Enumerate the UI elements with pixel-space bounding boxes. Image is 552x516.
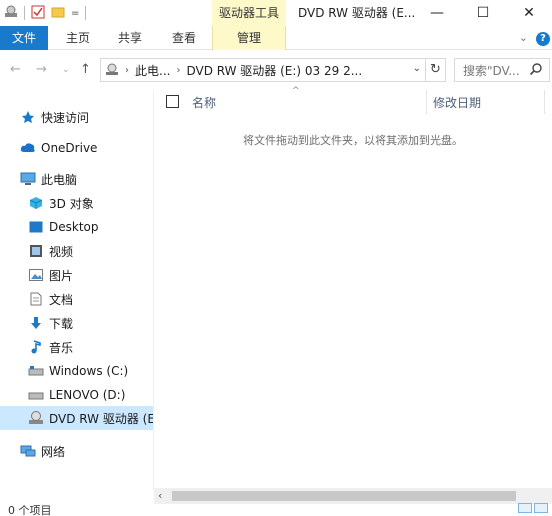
drive-tools-group: 驱动器工具 [212, 0, 286, 26]
picture-icon [28, 267, 44, 283]
expand-ribbon-icon[interactable]: ⌄ [519, 31, 528, 44]
breadcrumb-dvd-drive[interactable]: DVD RW 驱动器 (E:) 03 29 2... [186, 62, 362, 79]
horizontal-scrollbar[interactable]: ‹ [154, 488, 552, 504]
new-folder-icon[interactable] [51, 5, 65, 22]
recent-locations-icon[interactable]: ⌄ [62, 65, 70, 75]
nav-item-quick-access[interactable]: 快速访问 [20, 106, 89, 128]
file-list-pane[interactable]: 名称 ^ 修改日期 将文件拖动到此文件夹，以将其添加到光盘。 [154, 86, 552, 490]
navigation-pane: 快速访问 OneDrive 此电脑 3D 对象 Desktop 视频 图片 文档… [0, 90, 154, 490]
nav-item-lenovo-d[interactable]: LENOVO (D:) [28, 384, 125, 406]
maximize-button[interactable]: ☐ [460, 0, 506, 26]
status-bar: 0 个项目 [0, 503, 552, 516]
nav-item-label: LENOVO (D:) [49, 388, 126, 402]
breadcrumb-this-pc[interactable]: 此电... [135, 62, 170, 79]
quick-access-toolbar: = [4, 4, 87, 22]
dvd-drive-icon [105, 63, 119, 77]
nav-item-label: Windows (C:) [49, 364, 129, 378]
search-icon[interactable] [529, 62, 543, 79]
toolbar-divider [24, 6, 25, 20]
music-icon [28, 339, 44, 355]
nav-item-label: 图片 [49, 268, 74, 283]
large-icons-view-icon[interactable] [534, 503, 548, 513]
nav-item-this-pc[interactable]: 此电脑 [20, 168, 77, 190]
nav-item-documents[interactable]: 文档 [28, 288, 73, 310]
customize-toolbar-icon[interactable]: = [71, 8, 79, 19]
nav-item-label: 视频 [49, 244, 74, 259]
scroll-left-icon[interactable]: ‹ [158, 489, 162, 502]
computer-icon [20, 171, 36, 187]
nav-item-downloads[interactable]: 下载 [28, 312, 73, 334]
select-all-checkbox[interactable] [166, 95, 179, 108]
properties-icon[interactable] [31, 5, 45, 22]
drive-icon [28, 363, 44, 379]
network-icon [20, 443, 36, 459]
dvd-drive-icon [28, 410, 44, 426]
nav-item-videos[interactable]: 视频 [28, 240, 73, 262]
title-bar: = 驱动器工具 DVD RW 驱动器 (E... — ☐ ✕ [0, 0, 552, 26]
tab-share[interactable]: 共享 [110, 26, 150, 50]
nav-item-label: 此电脑 [41, 172, 78, 187]
item-count: 0 个项目 [8, 504, 52, 516]
cube-icon [28, 195, 44, 211]
sort-ascending-icon: ^ [292, 86, 300, 96]
nav-item-pictures[interactable]: 图片 [28, 264, 73, 286]
drive-icon[interactable] [4, 5, 18, 22]
drive-icon [28, 387, 44, 403]
column-header-row: 名称 ^ 修改日期 [154, 86, 552, 114]
tab-home[interactable]: 主页 [58, 26, 98, 50]
details-view-icon[interactable] [518, 503, 532, 513]
scrollbar-thumb[interactable] [172, 491, 516, 501]
close-button[interactable]: ✕ [506, 0, 552, 26]
nav-item-label: 文档 [49, 292, 74, 307]
star-icon [20, 109, 36, 125]
window-title: DVD RW 驱动器 (E... [298, 6, 416, 20]
up-arrow-icon[interactable]: ↑ [80, 62, 91, 77]
nav-item-label: OneDrive [41, 141, 98, 155]
back-arrow-icon[interactable]: ← [10, 62, 21, 77]
nav-item-label: 下载 [49, 316, 74, 331]
drive-tools-label: 驱动器工具 [218, 6, 279, 20]
nav-item-label: 网络 [41, 444, 66, 459]
cloud-icon [20, 140, 36, 156]
nav-item-label: 3D 对象 [49, 196, 94, 211]
forward-arrow-icon[interactable]: → [36, 62, 47, 77]
nav-item-label: 快速访问 [41, 110, 90, 125]
help-icon[interactable]: ? [536, 32, 550, 46]
ribbon-tabs: 文件 主页 共享 查看 管理 [0, 26, 552, 50]
minimize-button[interactable]: — [414, 0, 460, 26]
address-dropdown-icon[interactable]: ⌄ [413, 63, 421, 74]
column-header-date-modified[interactable]: 修改日期 [433, 94, 481, 111]
nav-item-desktop[interactable]: Desktop [28, 216, 99, 238]
breadcrumb-separator-icon[interactable]: › [176, 65, 180, 76]
empty-folder-message: 将文件拖动到此文件夹，以将其添加到光盘。 [243, 134, 463, 147]
tab-view[interactable]: 查看 [164, 26, 204, 50]
desktop-icon [28, 219, 44, 235]
download-icon [28, 315, 44, 331]
navigation-bar: ← → ⌄ ↑ › 此电... › DVD RW 驱动器 (E:) 03 29 … [0, 50, 552, 90]
nav-item-label: DVD RW 驱动器 (E [49, 411, 154, 426]
nav-item-network[interactable]: 网络 [20, 440, 65, 462]
nav-item-music[interactable]: 音乐 [28, 336, 73, 358]
nav-item-windows-c[interactable]: Windows (C:) [28, 360, 128, 382]
breadcrumb-separator-icon[interactable]: › [125, 65, 129, 76]
tab-file[interactable]: 文件 [0, 26, 48, 50]
document-icon [28, 291, 44, 307]
view-toggle-group [518, 503, 548, 513]
tab-manage[interactable]: 管理 [212, 26, 286, 50]
column-divider[interactable] [426, 90, 427, 114]
video-icon [28, 243, 44, 259]
nav-item-3d-objects[interactable]: 3D 对象 [28, 192, 94, 214]
window-controls: — ☐ ✕ [414, 0, 552, 26]
refresh-icon[interactable]: ↻ [426, 58, 446, 82]
address-bar[interactable]: › 此电... › DVD RW 驱动器 (E:) 03 29 2... ⌄ [100, 58, 426, 82]
nav-item-dvd-drive[interactable]: DVD RW 驱动器 (E [0, 406, 154, 430]
toolbar-divider [85, 6, 87, 20]
column-header-name[interactable]: 名称 [192, 94, 216, 111]
nav-item-onedrive[interactable]: OneDrive [20, 137, 97, 159]
nav-item-label: Desktop [49, 220, 99, 234]
search-placeholder: 搜索"DV... [463, 63, 520, 78]
nav-item-label: 音乐 [49, 340, 74, 355]
column-divider[interactable] [544, 90, 545, 114]
search-box[interactable]: 搜索"DV... [454, 58, 550, 82]
